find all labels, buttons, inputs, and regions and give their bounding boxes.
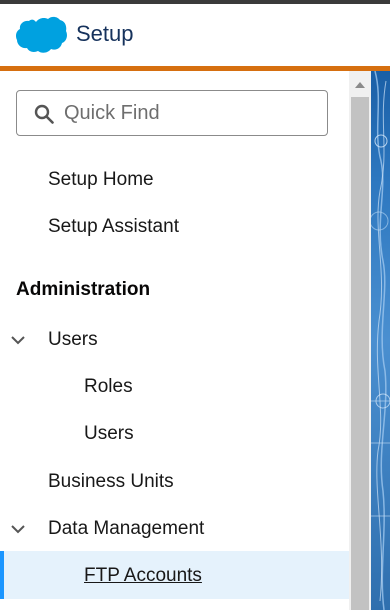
- sidebar-item-ftp-accounts[interactable]: FTP Accounts: [84, 564, 202, 588]
- selected-indicator-bar: [0, 551, 4, 599]
- quick-find-box[interactable]: [16, 90, 328, 136]
- sidebar-group-data-management[interactable]: Data Management: [48, 517, 204, 541]
- salesforce-logo-icon[interactable]: [15, 16, 67, 54]
- page-title: Setup: [76, 21, 134, 46]
- background-pattern: [371, 71, 390, 610]
- setup-header: Setup: [0, 4, 390, 66]
- sidebar-item-users[interactable]: Users: [84, 422, 134, 446]
- quick-find-input[interactable]: [64, 99, 314, 127]
- sidebar-item-business-units[interactable]: Business Units: [48, 470, 174, 494]
- sidebar-item-setup-assistant[interactable]: Setup Assistant: [48, 215, 179, 239]
- sidebar-item-roles[interactable]: Roles: [84, 375, 133, 399]
- search-icon: [34, 104, 54, 124]
- background-image-strip: [371, 71, 390, 610]
- chevron-down-icon[interactable]: [10, 334, 26, 346]
- section-heading-administration: Administration: [16, 279, 151, 300]
- sidebar-scrollbar[interactable]: [349, 71, 371, 610]
- sidebar-group-users[interactable]: Users: [48, 328, 98, 352]
- chevron-down-icon[interactable]: [10, 523, 26, 535]
- sidebar-item-setup-home[interactable]: Setup Home: [48, 168, 154, 192]
- setup-sidebar: Setup Home Setup Assistant Administratio…: [0, 71, 349, 610]
- scroll-up-arrow-icon[interactable]: [354, 81, 366, 89]
- scrollbar-thumb[interactable]: [351, 97, 369, 610]
